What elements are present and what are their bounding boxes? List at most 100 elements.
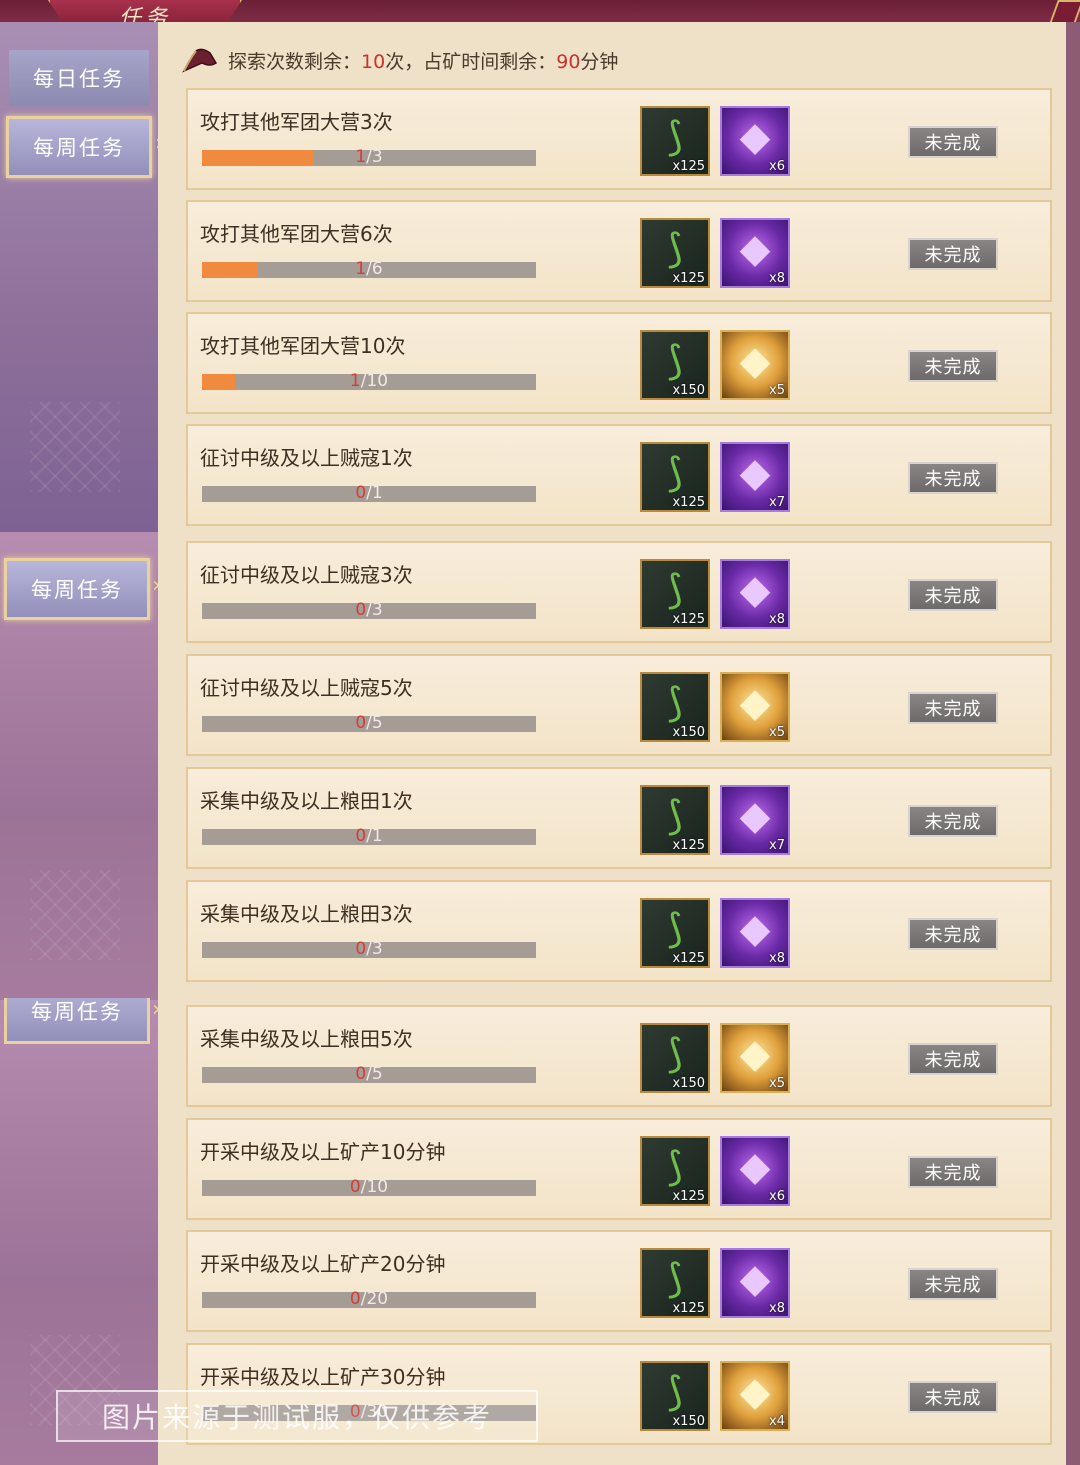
reward-purple-crystal[interactable]: ◆ x6: [720, 1136, 790, 1206]
reward-qty: x8: [769, 951, 785, 966]
task-progress-bar: 0/10: [202, 1177, 536, 1197]
reward-qty: x125: [672, 1189, 705, 1204]
reward-jade-token[interactable]: ⟆ x150: [640, 672, 710, 742]
progress-total: /6: [366, 259, 383, 279]
reward-gold-crystal[interactable]: ◆ x4: [720, 1361, 790, 1431]
task-title: 征讨中级及以上贼寇5次: [200, 676, 413, 700]
task-progress-text: 0/1: [202, 826, 536, 846]
purple-crystal-icon: ◆: [739, 567, 771, 613]
status-incomplete-button[interactable]: 未完成: [908, 579, 998, 611]
task-row: 采集中级及以上粮田3次 0/3 ⟆ x125 ◆ x8 未完成: [186, 880, 1052, 982]
reward-purple-crystal[interactable]: ◆ x6: [720, 106, 790, 176]
status-incomplete-button[interactable]: 未完成: [908, 126, 998, 158]
reward-gold-crystal[interactable]: ◆ x5: [720, 672, 790, 742]
status-incomplete-button[interactable]: 未完成: [908, 805, 998, 837]
task-row: 采集中级及以上粮田1次 0/1 ⟆ x125 ◆ x7 未完成: [186, 767, 1052, 869]
reward-gold-crystal[interactable]: ◆ x5: [720, 1023, 790, 1093]
reward-jade-token[interactable]: ⟆ x125: [640, 1136, 710, 1206]
reward-purple-crystal[interactable]: ◆ x8: [720, 898, 790, 968]
reward-jade-token[interactable]: ⟆ x125: [640, 106, 710, 176]
task-progress-bar: 0/5: [202, 1064, 536, 1084]
jade-token-icon: ⟆: [667, 680, 683, 726]
reward-purple-crystal[interactable]: ◆ x7: [720, 442, 790, 512]
status-incomplete-button[interactable]: 未完成: [908, 1156, 998, 1188]
reward-qty: x125: [672, 838, 705, 853]
progress-current: 0: [355, 826, 367, 846]
explore-label: 探索次数剩余：: [228, 50, 362, 73]
tab-weekly-tasks[interactable]: 每周任务: [6, 116, 152, 178]
task-row: 攻打其他军团大营3次 1/3 ⟆ x125 ◆ x6 未完成: [186, 88, 1052, 190]
reward-qty: x6: [769, 1189, 785, 1204]
progress-total: /3: [366, 147, 383, 167]
reward-jade-token[interactable]: ⟆ x125: [640, 218, 710, 288]
task-title: 征讨中级及以上贼寇3次: [200, 563, 413, 587]
resource-text: 探索次数剩余：10次，占矿时间剩余：90分钟: [228, 47, 618, 74]
status-incomplete-button[interactable]: 未完成: [908, 462, 998, 494]
reward-jade-token[interactable]: ⟆ x150: [640, 1023, 710, 1093]
task-row: 征讨中级及以上贼寇5次 0/5 ⟆ x150 ◆ x5 未完成: [186, 654, 1052, 756]
progress-total: /5: [366, 1064, 383, 1084]
reward-purple-crystal[interactable]: ◆ x8: [720, 218, 790, 288]
progress-current: 0: [355, 600, 367, 620]
reward-purple-crystal[interactable]: ◆ x8: [720, 1248, 790, 1318]
reward-gold-crystal[interactable]: ◆ x5: [720, 330, 790, 400]
status-incomplete-button[interactable]: 未完成: [908, 918, 998, 950]
task-progress-bar: 0/1: [202, 483, 536, 503]
tab-weekly-tasks[interactable]: 每周任务: [4, 558, 150, 620]
purple-crystal-icon: ◆: [739, 1144, 771, 1190]
task-progress-bar: 0/5: [202, 713, 536, 733]
reward-jade-token[interactable]: ⟆ x150: [640, 1361, 710, 1431]
reward-qty: x7: [769, 495, 785, 510]
reward-qty: x4: [769, 1414, 785, 1429]
reward-jade-token[interactable]: ⟆ x125: [640, 442, 710, 512]
task-progress-bar: 1/3: [202, 147, 536, 167]
progress-total: /1: [366, 826, 383, 846]
progress-current: 0: [355, 1064, 367, 1084]
task-title: 攻打其他军团大营3次: [200, 110, 393, 134]
status-incomplete-button[interactable]: 未完成: [908, 1268, 998, 1300]
progress-current: 0: [355, 713, 367, 733]
reward-purple-crystal[interactable]: ◆ x7: [720, 785, 790, 855]
status-incomplete-button[interactable]: 未完成: [908, 350, 998, 382]
task-progress-text: 0/5: [202, 1064, 536, 1084]
purple-crystal-icon: ◆: [739, 1256, 771, 1302]
resource-info: 探索次数剩余：10次，占矿时间剩余：90分钟: [180, 42, 618, 78]
progress-current: 1: [355, 147, 367, 167]
task-title: 征讨中级及以上贼寇1次: [200, 446, 413, 470]
tab-daily-tasks[interactable]: 每日任务: [9, 50, 149, 106]
reward-qty: x5: [769, 1076, 785, 1091]
task-progress-text: 0/1: [202, 483, 536, 503]
task-progress-bar: 1/6: [202, 259, 536, 279]
reward-qty: x125: [672, 951, 705, 966]
progress-current: 0: [355, 483, 367, 503]
explore-count: 10: [361, 50, 386, 73]
jade-token-icon: ⟆: [667, 1031, 683, 1077]
status-incomplete-button[interactable]: 未完成: [908, 692, 998, 724]
reward-jade-token[interactable]: ⟆ x125: [640, 1248, 710, 1318]
reward-jade-token[interactable]: ⟆ x125: [640, 898, 710, 968]
task-title: 攻打其他军团大营6次: [200, 222, 393, 246]
reward-qty: x5: [769, 725, 785, 740]
task-progress-text: 1/6: [202, 259, 536, 279]
reward-purple-crystal[interactable]: ◆ x8: [720, 559, 790, 629]
reward-jade-token[interactable]: ⟆ x125: [640, 785, 710, 855]
status-incomplete-button[interactable]: 未完成: [908, 238, 998, 270]
progress-total: /20: [360, 1289, 389, 1309]
reward-qty: x8: [769, 1301, 785, 1316]
purple-crystal-icon: ◆: [739, 450, 771, 496]
task-row: 采集中级及以上粮田5次 0/5 ⟆ x150 ◆ x5 未完成: [186, 1005, 1052, 1107]
purple-crystal-icon: ◆: [739, 226, 771, 272]
progress-current: 0: [355, 939, 367, 959]
progress-total: /1: [366, 483, 383, 503]
progress-total: /3: [366, 939, 383, 959]
task-progress-bar: 0/20: [202, 1289, 536, 1309]
status-incomplete-button[interactable]: 未完成: [908, 1381, 998, 1413]
reward-qty: x8: [769, 271, 785, 286]
task-progress-bar: 0/1: [202, 826, 536, 846]
task-row: 攻打其他军团大营10次 1/10 ⟆ x150 ◆ x5 未完成: [186, 312, 1052, 414]
status-incomplete-button[interactable]: 未完成: [908, 1043, 998, 1075]
task-progress-bar: 0/3: [202, 600, 536, 620]
reward-jade-token[interactable]: ⟆ x125: [640, 559, 710, 629]
purple-crystal-icon: ◆: [739, 793, 771, 839]
reward-jade-token[interactable]: ⟆ x150: [640, 330, 710, 400]
